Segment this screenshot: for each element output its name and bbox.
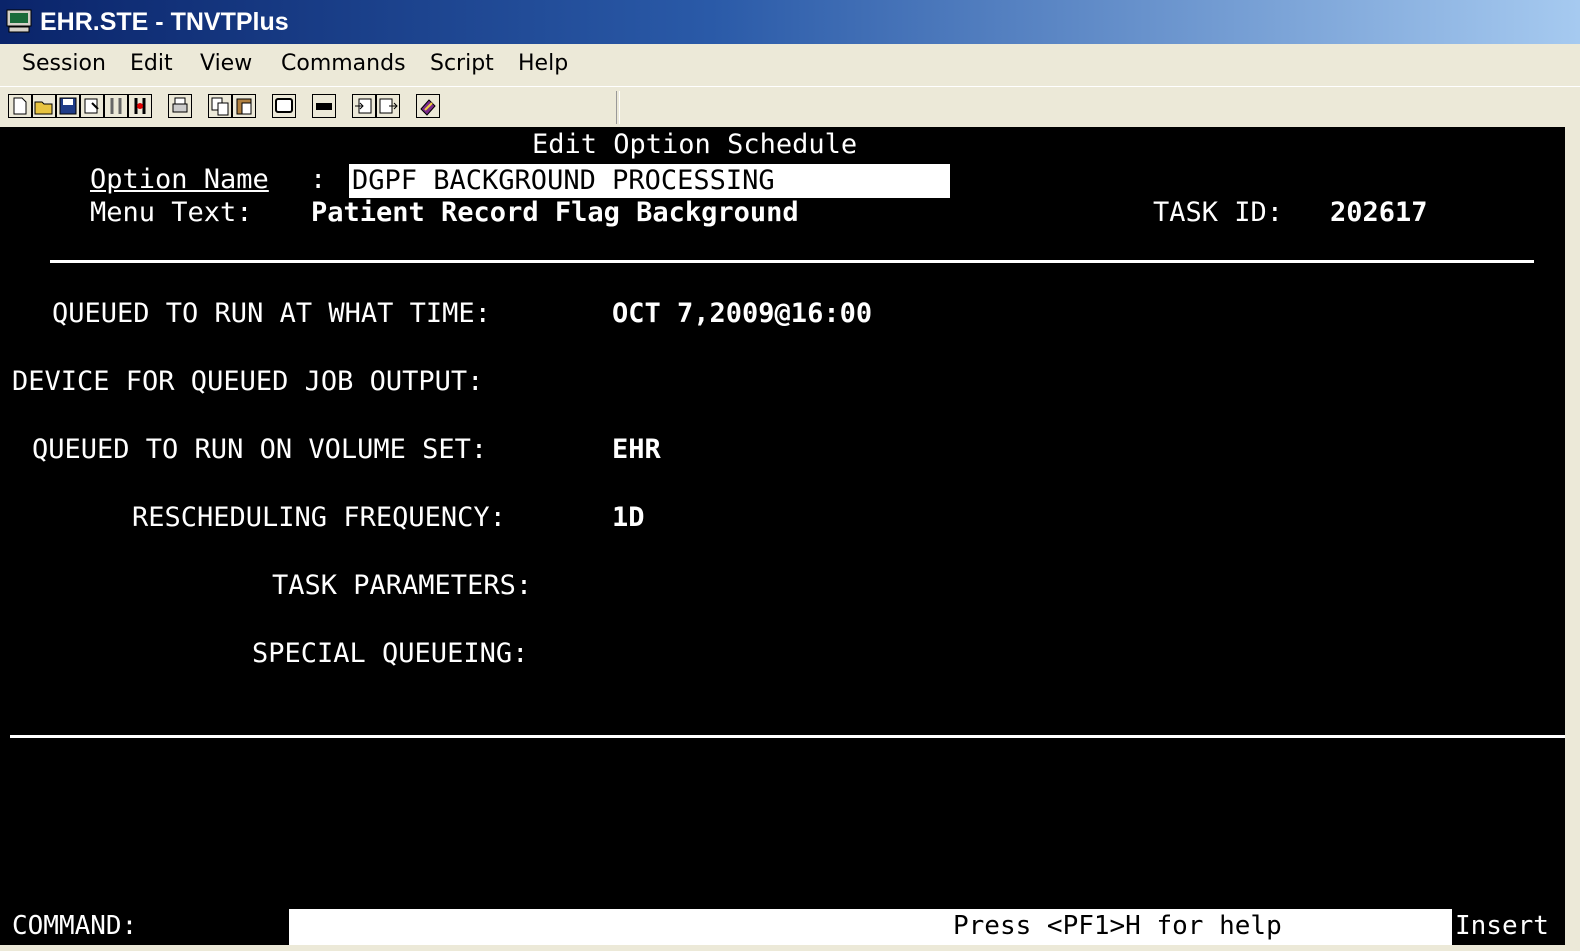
menu-help[interactable]: Help <box>518 49 568 79</box>
keyboard-icon[interactable] <box>312 94 336 118</box>
terminal-screen[interactable]: Edit Option Schedule Option Name : DGPF … <box>0 127 1565 945</box>
command-input[interactable] <box>289 909 1565 945</box>
toolbar-separator <box>616 91 620 124</box>
option-name-label: Option Name <box>90 164 269 195</box>
help-book-icon[interactable] <box>416 94 440 118</box>
save-icon[interactable] <box>56 94 80 118</box>
volume-label: QUEUED TO RUN ON VOLUME SET: <box>32 434 488 465</box>
screen-icon[interactable] <box>272 94 296 118</box>
option-name-colon: : <box>310 164 327 195</box>
insert-label: Insert <box>1455 911 1549 941</box>
menu-view[interactable]: View <box>200 49 252 79</box>
menu-text-label: Menu Text: <box>90 197 253 228</box>
queued-time-value[interactable]: OCT 7,2009@16:00 <box>612 298 872 330</box>
screen-heading: Edit Option Schedule <box>532 129 858 160</box>
option-name-field[interactable]: DGPF BACKGROUND PROCESSING <box>349 164 950 198</box>
new-icon[interactable] <box>8 94 32 118</box>
task-id-label: TASK ID: <box>1153 197 1284 228</box>
title-bar: EHR.STE - TNVTPlus <box>0 0 1580 44</box>
paste-icon[interactable] <box>232 94 256 118</box>
menu-bar: Session Edit View Commands Script Help <box>0 44 1580 86</box>
menu-text-value: Patient Record Flag Background <box>311 197 799 228</box>
terminal-app-icon <box>6 9 32 33</box>
capture-icon[interactable] <box>352 94 376 118</box>
queued-time-label: QUEUED TO RUN AT WHAT TIME: <box>52 298 491 329</box>
properties-icon[interactable] <box>80 94 104 118</box>
params-label: TASK PARAMETERS: <box>272 570 533 601</box>
command-label: COMMAND: <box>12 911 138 941</box>
menu-script[interactable]: Script <box>430 49 494 79</box>
help-hint: Press <PF1>H for help <box>953 911 1282 941</box>
volume-value[interactable]: EHR <box>612 434 661 466</box>
copy-icon[interactable] <box>208 94 232 118</box>
connect-icon[interactable] <box>104 94 128 118</box>
disconnect-icon[interactable] <box>128 94 152 118</box>
menu-commands[interactable]: Commands <box>281 49 406 79</box>
special-label: SPECIAL QUEUEING: <box>252 638 529 669</box>
window-title: EHR.STE - TNVTPlus <box>40 8 289 36</box>
device-label: DEVICE FOR QUEUED JOB OUTPUT: <box>12 366 484 397</box>
task-id-value: 202617 <box>1330 197 1428 228</box>
freq-value[interactable]: 1D <box>612 502 645 534</box>
option-name-value: DGPF BACKGROUND PROCESSING <box>352 165 775 196</box>
insert-indicator: Insert <box>1452 909 1565 945</box>
print-icon[interactable] <box>168 94 192 118</box>
toolbar <box>0 86 1580 127</box>
header-divider <box>50 260 1534 263</box>
open-icon[interactable] <box>32 94 56 118</box>
playback-icon[interactable] <box>376 94 400 118</box>
right-edge <box>1565 127 1580 951</box>
menu-edit[interactable]: Edit <box>130 49 173 79</box>
menu-session[interactable]: Session <box>22 49 106 79</box>
footer-divider <box>10 735 1565 738</box>
freq-label: RESCHEDULING FREQUENCY: <box>132 502 506 533</box>
bottom-edge <box>0 945 1565 951</box>
